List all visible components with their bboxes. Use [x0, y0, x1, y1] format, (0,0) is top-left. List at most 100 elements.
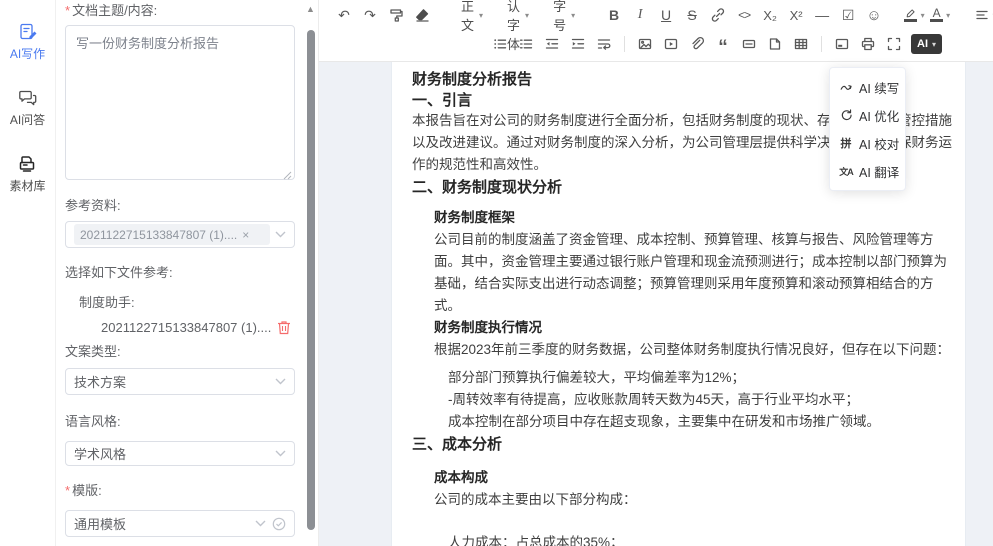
ordered-list-button[interactable] [514, 32, 538, 56]
file-name: 2021122715133847807 (1).... [101, 320, 277, 335]
doc-list-item: -周转效率有待提高，应收账款周转天数为45天，高于行业平均水平； [448, 389, 958, 411]
insert-video-button[interactable] [659, 32, 683, 56]
line-break-button[interactable] [592, 32, 616, 56]
subscript-button[interactable]: X₂ [758, 3, 782, 27]
menu-item-ai-proofread[interactable]: 拼 AI 校对 [830, 129, 905, 157]
superscript-button[interactable]: X² [784, 3, 808, 27]
menu-item-ai-continue[interactable]: AI 续写 [830, 73, 905, 101]
doc-heading: 三、成本分析 [412, 435, 958, 454]
delete-file-icon[interactable] [277, 320, 291, 335]
caret-down-icon: ▾ [525, 11, 529, 20]
writing-form-panel: *文档主题/内容: 写一份财务制度分析报告 参考资料: 202112271513… [57, 0, 303, 546]
ai-menu-button[interactable]: AI ▾ [911, 34, 942, 54]
sidebar-item-ai-qa[interactable]: AI问答 [10, 88, 45, 128]
insert-image-button[interactable] [633, 32, 657, 56]
style-select[interactable]: 学术风格 [65, 441, 295, 466]
strikethrough-button[interactable]: S [680, 3, 704, 27]
code-block-button[interactable] [763, 32, 787, 56]
scroll-up-icon[interactable]: ▲ [306, 4, 315, 14]
caret-down-icon: ▾ [946, 11, 950, 20]
left-nav: AI写作 AI问答 素材库 [0, 0, 56, 546]
align-button[interactable]: ▾ [973, 3, 993, 27]
divider-block-button[interactable] [737, 32, 761, 56]
caret-down-icon: ▾ [932, 40, 936, 49]
indent-button[interactable] [566, 32, 590, 56]
optimize-icon [839, 108, 853, 122]
toolbar-row-1: ↶ ↷ 正文▾ 默认字体▾ [319, 0, 993, 30]
indent-icon [570, 36, 586, 52]
doc-subheading: 财务制度框架 [434, 207, 958, 229]
resize-handle-icon[interactable] [283, 171, 292, 180]
sidebar-item-label: 素材库 [9, 177, 45, 194]
bullet-list-icon [492, 36, 508, 52]
outdent-button[interactable] [540, 32, 564, 56]
template-select[interactable]: 通用模板 [65, 510, 295, 537]
toolbar-divider [624, 36, 625, 52]
doc-list-item: 成本控制在部分项目中存在超支现象，主要集中在研发和市场推广领域。 [448, 411, 958, 433]
highlight-pen-icon [904, 8, 918, 18]
task-list-button[interactable]: ☑ [836, 3, 860, 27]
caret-down-icon: ▾ [571, 11, 575, 20]
translate-icon: 文A [839, 165, 853, 178]
font-family-select[interactable]: 默认字体▾ [499, 3, 537, 27]
link-button[interactable] [706, 3, 730, 27]
reference-select[interactable]: 2021122715133847807 (1)....× [65, 221, 295, 248]
chevron-down-icon [255, 520, 266, 527]
insert-table-button[interactable] [789, 32, 813, 56]
doc-paragraph: 公司目前的制度涵盖了资金管理、成本控制、预算管理、核算与报告、风险管理等方面。其… [434, 229, 958, 317]
undo-button[interactable]: ↶ [332, 3, 356, 27]
check-circle-icon [272, 517, 286, 531]
paragraph-style-select[interactable]: 正文▾ [453, 3, 491, 27]
blockquote-button[interactable]: “ [711, 32, 735, 56]
sidebar-item-material-library[interactable]: 素材库 [9, 154, 45, 194]
italic-button[interactable]: I [628, 3, 652, 27]
table-icon [793, 36, 809, 52]
doc-paragraph: 公司的成本主要由以下部分构成： [434, 489, 958, 511]
inline-code-button[interactable]: <> [732, 3, 756, 27]
required-asterisk: * [65, 483, 70, 498]
emoji-button[interactable]: ☺ [862, 3, 886, 27]
sidebar-item-label: AI问答 [10, 111, 45, 128]
template-label: *模版: [65, 482, 295, 500]
underline-button[interactable]: U [654, 3, 678, 27]
doc-subheading: 成本构成 [434, 467, 958, 489]
ordered-list-icon [518, 36, 534, 52]
print-icon [860, 36, 876, 52]
align-icon [974, 7, 990, 23]
bullet-list-button[interactable] [488, 32, 512, 56]
print-button[interactable] [856, 32, 880, 56]
assistant-label: 制度助手: [79, 292, 295, 311]
sidebar-item-ai-writing[interactable]: AI写作 [10, 22, 45, 62]
bold-button[interactable]: B [602, 3, 626, 27]
font-size-select[interactable]: 字号▾ [545, 3, 583, 27]
copy-type-select[interactable]: 技术方案 [65, 368, 295, 395]
topic-input[interactable]: 写一份财务制度分析报告 [65, 25, 295, 180]
copy-type-label: 文案类型: [65, 343, 295, 361]
doc-list-item: 部分部门预算执行偏差较大，平均偏差率为12%； [448, 367, 958, 389]
doc-list-item: 人力成本：占总成本的35%； [448, 532, 958, 546]
style-label: 语言风格: [65, 413, 295, 431]
format-painter-button[interactable] [384, 3, 408, 27]
horizontal-rule-button[interactable]: — [810, 3, 834, 27]
ai-dropdown-menu: AI 续写 AI 优化 拼 AI 校对 文A AI 翻译 [829, 67, 906, 191]
code-block-icon [767, 36, 783, 52]
files-section-label: 选择如下文件参考: [65, 264, 295, 282]
highlight-color-button[interactable]: ▾ [902, 3, 926, 27]
paperclip-icon [689, 36, 705, 52]
panel-scrollbar[interactable]: ▲ [303, 0, 318, 546]
redo-button[interactable]: ↷ [358, 3, 382, 27]
video-icon [663, 36, 679, 52]
scrollbar-thumb[interactable] [307, 30, 315, 530]
remove-tag-icon[interactable]: × [242, 228, 249, 242]
attachment-button[interactable] [685, 32, 709, 56]
panel-view-button[interactable] [830, 32, 854, 56]
font-color-button[interactable]: A ▾ [928, 3, 952, 27]
topic-label: *文档主题/内容: [65, 2, 295, 20]
menu-item-ai-translate[interactable]: 文A AI 翻译 [830, 157, 905, 185]
fullscreen-button[interactable] [882, 32, 906, 56]
chevron-down-icon [275, 378, 286, 385]
menu-item-ai-optimize[interactable]: AI 优化 [830, 101, 905, 129]
caret-down-icon: ▾ [479, 11, 483, 20]
reference-label: 参考资料: [65, 197, 295, 215]
clear-format-button[interactable] [410, 3, 434, 27]
